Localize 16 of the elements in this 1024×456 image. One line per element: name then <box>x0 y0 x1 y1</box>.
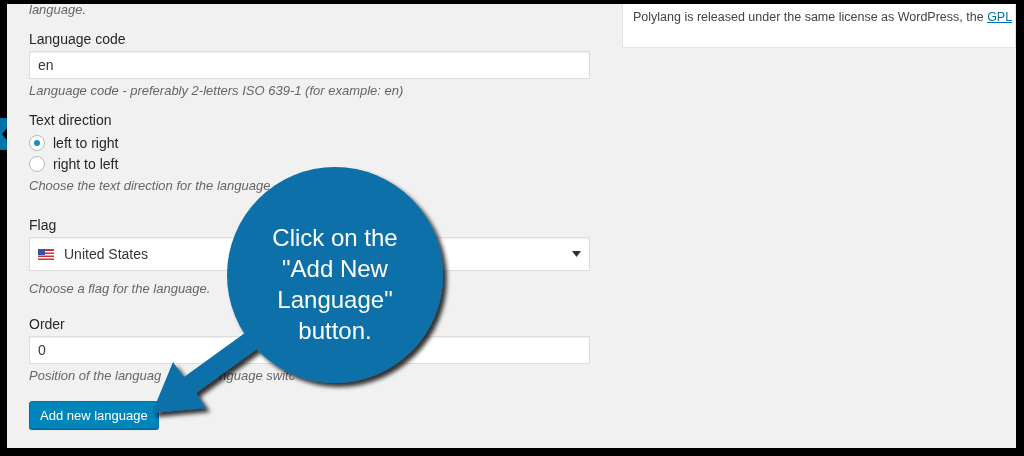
callout-tooltip-text: "Add New <box>281 254 389 284</box>
callout-tooltip-text: Click on the <box>271 223 399 253</box>
callout-tooltip-text: Language" <box>276 285 394 315</box>
field-label: Order <box>29 316 65 332</box>
field-label: Language code <box>29 31 126 47</box>
help-text: Choose the text direction for the language <box>29 178 271 193</box>
field-label: Flag <box>29 217 57 233</box>
help-text: Position of the languag <box>29 368 162 383</box>
callout-tooltip-text: button. <box>297 316 373 346</box>
field-label: Text direction <box>29 112 112 128</box>
help-text: language. <box>29 2 87 17</box>
license-text: Polylang is released under the same license as WordPress, the GPL <box>633 10 1013 24</box>
help-text: Language code - preferably 2-letters ISO 639-1 (for example: en) <box>29 83 404 98</box>
radio-label: left to right <box>53 134 119 151</box>
help-text: Choose a flag for the language. <box>29 281 211 296</box>
radio-label: right to left <box>53 155 119 172</box>
